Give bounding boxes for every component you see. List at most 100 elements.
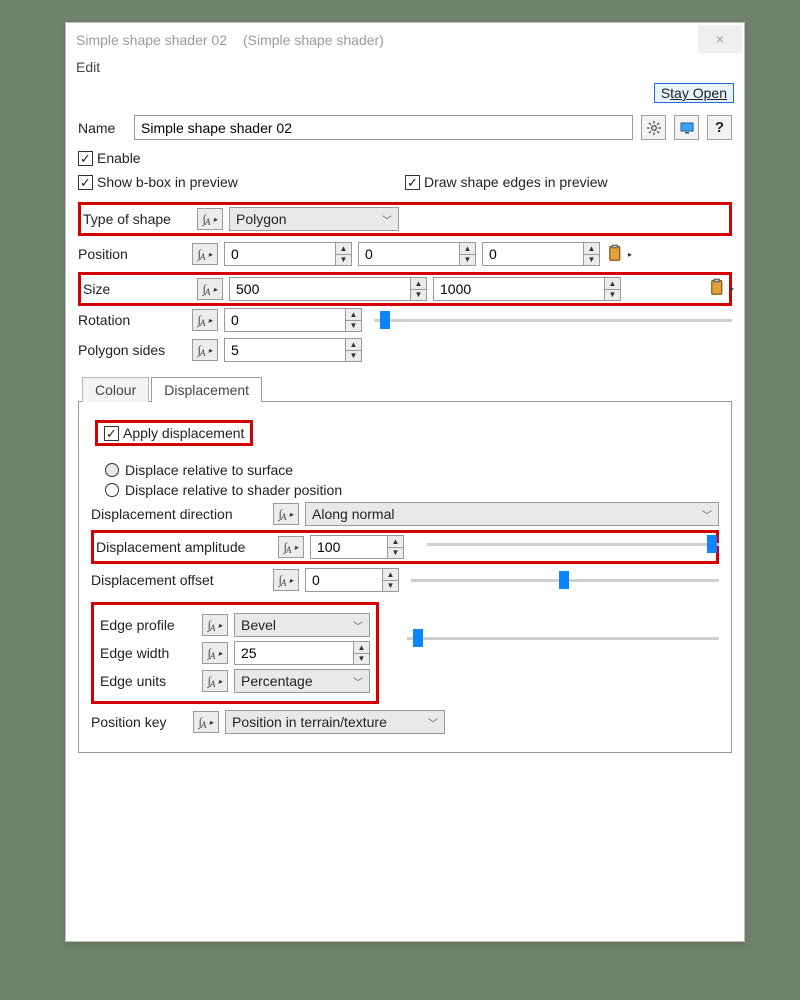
position-y-input[interactable]: ▲▼ [358, 242, 476, 266]
offset-fx-button[interactable]: ∫A▸ [273, 569, 299, 591]
poskey-row: Position key ∫A▸ Position in terrain/tex… [91, 710, 719, 734]
edge-width-fx-button[interactable]: ∫A▸ [202, 642, 228, 664]
close-icon: × [716, 31, 724, 47]
spinner-up-icon[interactable]: ▲ [354, 642, 369, 654]
apply-disp-checkbox[interactable]: Apply displacement [95, 420, 253, 446]
position-x-input[interactable]: ▲▼ [224, 242, 352, 266]
apply-disp-wrapper: Apply displacement [95, 416, 253, 450]
help-button[interactable]: ? [707, 115, 732, 140]
edge-profile-select[interactable]: Bevel ﹀ [234, 613, 370, 637]
polysides-row: Polygon sides ∫A▸ ▲▼ [78, 338, 732, 362]
position-label: Position [78, 246, 186, 262]
edges-checkbox[interactable]: Draw shape edges in preview [405, 174, 732, 190]
name-input[interactable] [134, 115, 633, 140]
spinner-up-icon[interactable]: ▲ [346, 339, 361, 351]
preview-button[interactable] [674, 115, 699, 140]
edge-units-row: Edge units ∫A▸ Percentage ﹀ [100, 669, 370, 693]
position-z-input[interactable]: ▲▼ [482, 242, 600, 266]
stay-open-button[interactable]: Stay Open [654, 83, 734, 103]
edge-group-highlight: Edge profile ∫A▸ Bevel ﹀ Edge width ∫A▸ … [91, 602, 379, 704]
enable-checkbox[interactable]: Enable [78, 150, 732, 166]
tab-colour[interactable]: Colour [82, 377, 149, 402]
spinner-down-icon[interactable]: ▼ [346, 351, 361, 362]
name-row: Name ? [78, 115, 732, 140]
menu-edit[interactable]: Edit [76, 59, 100, 75]
spinner-down-icon[interactable]: ▼ [584, 255, 599, 266]
spinner-up-icon[interactable]: ▲ [411, 278, 426, 290]
spinner-up-icon[interactable]: ▲ [460, 243, 475, 255]
size-y-input[interactable]: ▲▼ [433, 277, 621, 301]
spinner-down-icon[interactable]: ▼ [336, 255, 351, 266]
type-fx-button[interactable]: ∫A▸ [197, 208, 223, 230]
spinner-down-icon[interactable]: ▼ [388, 548, 403, 559]
spinner-down-icon[interactable]: ▼ [383, 581, 398, 592]
triangle-right-icon: ▸ [730, 284, 734, 293]
name-label: Name [78, 120, 126, 136]
rotation-fx-button[interactable]: ∫A▸ [192, 309, 218, 331]
amp-slider[interactable] [427, 534, 719, 554]
edge-width-input[interactable]: ▲▼ [234, 641, 370, 665]
spinner-up-icon[interactable]: ▲ [383, 569, 398, 581]
dir-label: Displacement direction [91, 506, 267, 522]
amp-label: Displacement amplitude [96, 539, 272, 555]
spinner-up-icon[interactable]: ▲ [605, 278, 620, 290]
amp-fx-button[interactable]: ∫A▸ [278, 536, 304, 558]
apply-disp-label: Apply displacement [123, 425, 244, 441]
gear-icon [646, 120, 662, 136]
poskey-label: Position key [91, 714, 187, 730]
clipboard-icon [708, 278, 728, 298]
poskey-select[interactable]: Position in terrain/texture ﹀ [225, 710, 445, 734]
settings-button[interactable] [641, 115, 666, 140]
checkbox-icon [104, 426, 119, 441]
dir-select[interactable]: Along normal ﹀ [305, 502, 719, 526]
radio-shaderpos[interactable]: Displace relative to shader position [105, 482, 719, 498]
rotation-slider[interactable] [374, 310, 732, 330]
spinner-up-icon[interactable]: ▲ [336, 243, 351, 255]
position-copy-paste[interactable]: ▸ [606, 244, 632, 264]
chevron-down-icon: ﹀ [353, 674, 363, 689]
tab-displacement[interactable]: Displacement [151, 377, 262, 402]
spinner-down-icon[interactable]: ▼ [354, 654, 369, 665]
checkbox-icon [405, 175, 420, 190]
spinner-down-icon[interactable]: ▼ [605, 290, 620, 301]
bbox-checkbox[interactable]: Show b-box in preview [78, 174, 405, 190]
size-x-input[interactable]: ▲▼ [229, 277, 427, 301]
content-area: Name ? Enable Show b-box in preview Draw… [66, 109, 744, 765]
type-row-highlight: Type of shape ∫A▸ Polygon ﹀ [78, 202, 732, 236]
rotation-input[interactable]: ▲▼ [224, 308, 362, 332]
edge-width-slider[interactable] [407, 628, 719, 648]
edge-profile-label: Edge profile [100, 617, 196, 633]
type-select[interactable]: Polygon ﹀ [229, 207, 399, 231]
offset-slider[interactable] [411, 570, 719, 590]
spinner-down-icon[interactable]: ▼ [411, 290, 426, 301]
spinner-down-icon[interactable]: ▼ [346, 321, 361, 332]
offset-input[interactable]: ▲▼ [305, 568, 399, 592]
radio-icon [105, 463, 119, 477]
size-copy-paste[interactable]: ▸ [708, 278, 734, 298]
close-button[interactable]: × [698, 25, 742, 53]
dir-fx-button[interactable]: ∫A▸ [273, 503, 299, 525]
poskey-fx-button[interactable]: ∫A▸ [193, 711, 219, 733]
spinner-down-icon[interactable]: ▼ [460, 255, 475, 266]
radio-icon [105, 483, 119, 497]
edge-width-row: Edge width ∫A▸ ▲▼ [100, 641, 370, 665]
tab-panel-displacement: Apply displacement Displace relative to … [78, 401, 732, 753]
preview-checks-row: Show b-box in preview Draw shape edges i… [78, 170, 732, 194]
edge-profile-fx-button[interactable]: ∫A▸ [202, 614, 228, 636]
polysides-input[interactable]: ▲▼ [224, 338, 362, 362]
checkbox-icon [78, 175, 93, 190]
checkbox-icon [78, 151, 93, 166]
clipboard-icon [606, 244, 626, 264]
chevron-down-icon: ﹀ [382, 212, 392, 227]
radio-surface[interactable]: Displace relative to surface [105, 462, 719, 478]
size-fx-button[interactable]: ∫A▸ [197, 278, 223, 300]
spinner-up-icon[interactable]: ▲ [584, 243, 599, 255]
position-fx-button[interactable]: ∫A▸ [192, 243, 218, 265]
edge-units-select[interactable]: Percentage ﹀ [234, 669, 370, 693]
edge-units-fx-button[interactable]: ∫A▸ [202, 670, 228, 692]
spinner-up-icon[interactable]: ▲ [346, 309, 361, 321]
amp-input[interactable]: ▲▼ [310, 535, 404, 559]
spinner-up-icon[interactable]: ▲ [388, 536, 403, 548]
polysides-fx-button[interactable]: ∫A▸ [192, 339, 218, 361]
chevron-down-icon: ﹀ [353, 618, 363, 633]
